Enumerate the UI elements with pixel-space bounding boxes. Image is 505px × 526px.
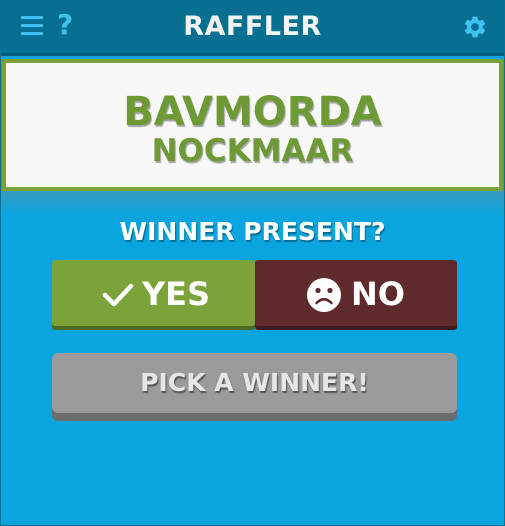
- no-button[interactable]: NO: [255, 260, 457, 326]
- pick-winner-button[interactable]: PICK A WINNER!: [52, 353, 457, 413]
- app-title: RAFFLER: [183, 11, 322, 42]
- no-label: NO: [351, 275, 405, 313]
- winner-first-name: BAVMORDA: [123, 89, 382, 135]
- app-header: ? RAFFLER: [1, 1, 504, 53]
- yes-button[interactable]: YES: [52, 260, 255, 326]
- pick-winner-label: PICK A WINNER!: [140, 368, 369, 397]
- winner-present-prompt: WINNER PRESENT?: [119, 217, 386, 246]
- checkmark-icon: [102, 283, 134, 307]
- gear-icon[interactable]: [462, 14, 488, 40]
- raffler-app: ? RAFFLER BAVMORDA NOCKMAAR WINNER PRESE…: [0, 0, 505, 526]
- frown-face-icon: [307, 278, 341, 312]
- winner-last-name: NOCKMAAR: [151, 133, 354, 169]
- winner-name-card: BAVMORDA NOCKMAAR: [2, 59, 503, 191]
- yes-label: YES: [142, 275, 211, 313]
- divider-shadow: [1, 191, 504, 215]
